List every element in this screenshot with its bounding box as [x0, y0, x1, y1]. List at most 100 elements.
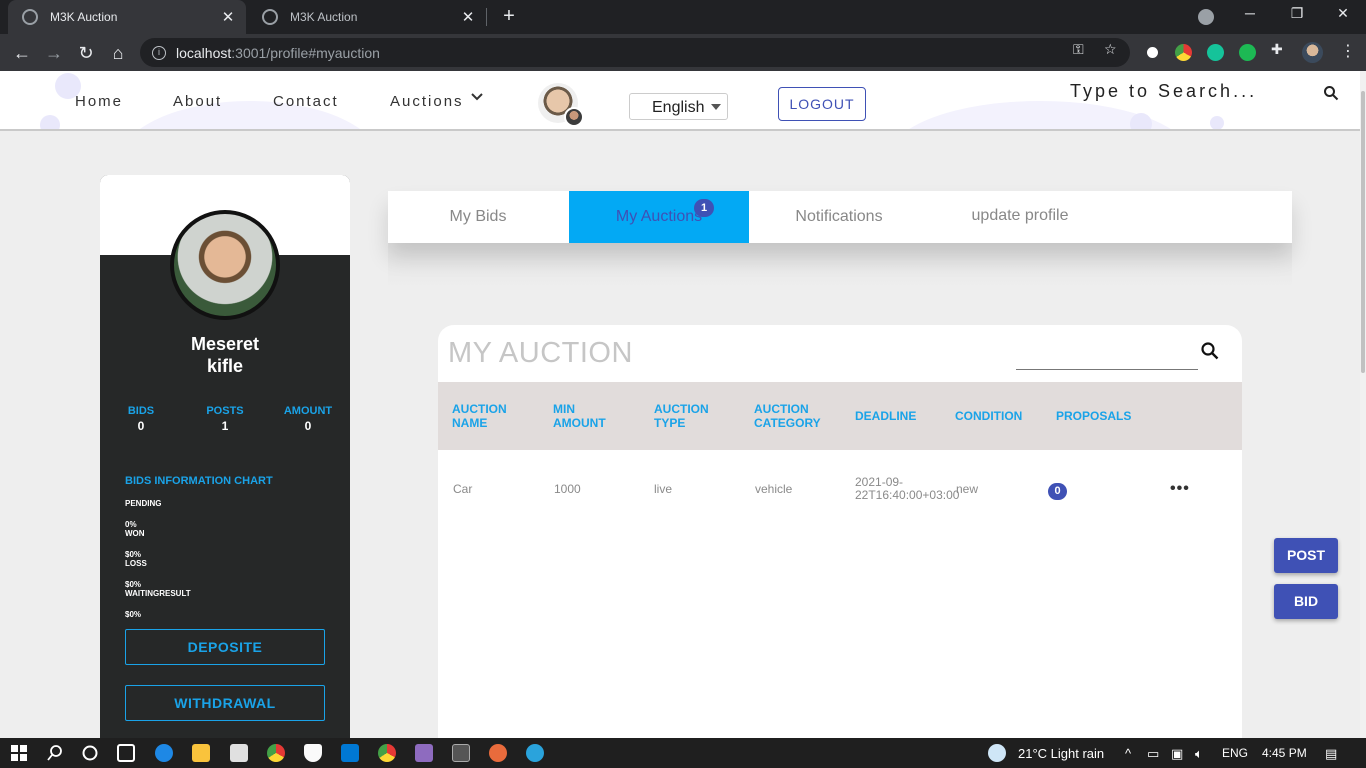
restore-button[interactable]: ❐	[1277, 5, 1317, 22]
network-icon[interactable]: ▣	[1171, 746, 1183, 762]
notification-icon[interactable]: ▤	[1325, 746, 1337, 762]
app-active-icon[interactable]	[452, 744, 470, 762]
cell-category: vehicle	[755, 482, 793, 496]
grammarly-icon[interactable]	[1207, 44, 1224, 61]
header-line: AUCTION	[754, 402, 809, 416]
tab-notifications[interactable]: Notifications	[749, 191, 929, 243]
tab-my-bids[interactable]: My Bids	[388, 191, 568, 243]
language-select[interactable]: English	[629, 93, 728, 120]
auctions-count-badge: 1	[694, 199, 714, 217]
nav-contact-link[interactable]: Contact	[273, 93, 339, 110]
stat-value: 0	[137, 419, 145, 433]
new-tab-button[interactable]: +	[497, 4, 521, 28]
key-icon[interactable]: ⚿	[1073, 41, 1084, 58]
extension-w-icon[interactable]	[1144, 44, 1161, 61]
taskbar-search-icon[interactable]	[46, 744, 64, 762]
post-button[interactable]: POST	[1274, 538, 1338, 573]
browser-tab-bar: M3K Auction ✕ M3K Auction ✕ + ─ ❐ ✕	[0, 0, 1366, 34]
tab-title: M3K Auction	[50, 10, 118, 24]
file-explorer-icon[interactable]	[192, 744, 210, 762]
task-view-icon[interactable]	[117, 744, 135, 762]
header-line: MIN	[553, 402, 575, 416]
profile-first-name: Meseret	[190, 334, 260, 354]
stat-label: AMOUNT	[283, 405, 333, 417]
nav-auctions-link[interactable]: Auctions	[390, 93, 464, 110]
cortana-icon[interactable]	[81, 744, 99, 762]
info-icon[interactable]: i	[152, 45, 166, 60]
deposit-button[interactable]: DEPOSITE	[125, 629, 325, 665]
puzzle-icon[interactable]: ✚	[1271, 41, 1283, 58]
chart-label-won: WON	[125, 529, 145, 538]
header-line: AMOUNT	[553, 416, 606, 430]
cell-name: Car	[453, 482, 473, 496]
minimize-button[interactable]: ─	[1230, 5, 1270, 21]
app-icon[interactable]	[415, 744, 433, 762]
close-tab-icon[interactable]: ✕	[216, 8, 240, 26]
input-language[interactable]: ENG	[1222, 746, 1248, 760]
close-tab-icon[interactable]: ✕	[456, 8, 480, 26]
header-deadline[interactable]: DEADLINE	[855, 382, 916, 450]
chevron-down-icon[interactable]	[470, 89, 484, 105]
withdrawal-button[interactable]: WITHDRAWAL	[125, 685, 325, 721]
address-bar[interactable]: i localhost :3001/profile#myauction	[140, 38, 1130, 67]
url-path: :3001/profile#myauction	[231, 44, 380, 61]
postman-icon[interactable]	[489, 744, 507, 762]
header-condition[interactable]: CONDITION	[955, 382, 1022, 450]
clock[interactable]: 4:45 PM	[1262, 746, 1307, 760]
star-icon[interactable]: ☆	[1104, 41, 1117, 58]
profile-tabs: My Bids My Auctions Notifications update…	[388, 191, 1292, 243]
logout-button[interactable]: LOGOUT	[778, 87, 866, 121]
nav-home-link[interactable]: Home	[75, 93, 123, 110]
tab-search-icon[interactable]	[1198, 9, 1214, 25]
battery-icon[interactable]: ▭	[1147, 746, 1159, 762]
browser-menu-icon[interactable]: ⋮	[1340, 41, 1356, 61]
auction-search-input[interactable]	[1016, 369, 1198, 370]
security-icon[interactable]	[304, 744, 322, 762]
profile-last-name: kifle	[206, 356, 244, 376]
header-auction-type[interactable]: AUCTION TYPE	[654, 382, 709, 450]
decor-dot	[1210, 116, 1224, 129]
row-more-icon[interactable]: •••	[1170, 480, 1190, 498]
tab-my-auctions[interactable]: My Auctions	[569, 191, 749, 243]
home-icon[interactable]: ⌂	[105, 40, 131, 66]
browser-tab-inactive[interactable]: M3K Auction ✕	[248, 0, 486, 34]
weather-cloud-icon[interactable]	[988, 744, 1006, 762]
bid-button[interactable]: BID	[1274, 584, 1338, 619]
header-min-amount[interactable]: MIN AMOUNT	[553, 382, 606, 450]
header-proposals[interactable]: PROPOSALS	[1056, 382, 1131, 450]
browser-profile-avatar[interactable]	[1302, 42, 1323, 63]
header-auction-category[interactable]: AUCTION CATEGORY	[754, 382, 821, 450]
user-avatar-small[interactable]	[564, 107, 584, 127]
volume-icon[interactable]: 🔈︎	[1195, 746, 1203, 762]
extension-circle-icon[interactable]	[1239, 44, 1256, 61]
header-auction-name[interactable]: AUCTION NAME	[452, 382, 507, 450]
search-icon[interactable]	[1200, 341, 1220, 361]
my-auction-title: MY AUCTION	[448, 337, 633, 369]
chrome-profile-icon[interactable]	[378, 744, 396, 762]
windows-start-icon[interactable]	[10, 744, 28, 762]
language-value: English	[652, 99, 705, 116]
header-line: AUCTION	[654, 402, 709, 416]
tab-update-profile[interactable]: update profile	[930, 191, 1110, 243]
deadline-time: 22T16:40:00+03:00	[855, 488, 960, 502]
edge-icon[interactable]	[155, 744, 173, 762]
mail-icon[interactable]	[230, 744, 248, 762]
reload-icon[interactable]: ↻	[73, 40, 99, 66]
forward-arrow-icon[interactable]: →	[41, 40, 67, 66]
decor-dot	[40, 115, 60, 129]
nav-about-link[interactable]: About	[173, 93, 222, 110]
tray-chevron-icon[interactable]: ^	[1125, 746, 1131, 761]
telegram-icon[interactable]	[526, 744, 544, 762]
chrome-icon[interactable]	[267, 744, 285, 762]
site-search-input[interactable]: Type to Search...	[1070, 81, 1257, 102]
vscode-icon[interactable]	[341, 744, 359, 762]
weather-text[interactable]: 21°C Light rain	[1018, 746, 1104, 761]
proposals-badge[interactable]: 0	[1048, 483, 1067, 500]
scrollbar-thumb[interactable]	[1361, 91, 1365, 373]
extension-colorful-icon[interactable]	[1175, 44, 1192, 61]
search-icon[interactable]	[1323, 85, 1339, 101]
browser-tab-active[interactable]: M3K Auction ✕	[8, 0, 246, 34]
close-window-button[interactable]: ✕	[1323, 5, 1363, 22]
page-scrollbar[interactable]	[1360, 71, 1366, 738]
back-arrow-icon[interactable]: ←	[9, 40, 35, 66]
